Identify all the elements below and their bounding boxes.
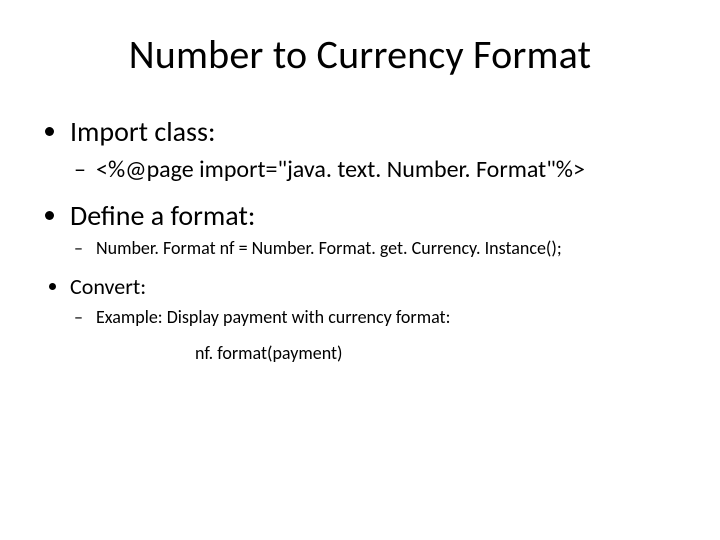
sub-wrapper: Number. Format nf = Number. Format. get.…	[70, 237, 680, 259]
sub-bullet-define-code: Number. Format nf = Number. Format. get.…	[96, 237, 680, 259]
small-section: Number. Format nf = Number. Format. get.…	[40, 237, 680, 364]
sub-bullet-convert-code: nf. format(payment)	[70, 342, 680, 364]
bullet-list: Import class: <%@page import="java. text…	[40, 114, 680, 233]
bullet-convert: Convert: Example: Display payment with c…	[70, 273, 680, 364]
sub-list: <%@page import="java. text. Number. Form…	[70, 155, 680, 184]
sub-list: Number. Format nf = Number. Format. get.…	[70, 237, 680, 259]
bullet-label: Import class:	[70, 114, 215, 149]
slide-title: Number to Currency Format	[40, 30, 680, 79]
bullet-label: Convert:	[70, 273, 146, 300]
sub-bullet-import-code: <%@page import="java. text. Number. Form…	[96, 155, 680, 184]
sub-bullet-convert-example: Example: Display payment with currency f…	[96, 306, 680, 328]
bullet-list-small: Number. Format nf = Number. Format. get.…	[40, 237, 680, 364]
sub-list: Example: Display payment with currency f…	[70, 306, 680, 328]
bullet-import-class: Import class: <%@page import="java. text…	[70, 114, 680, 184]
bullet-define-format: Define a format:	[70, 198, 680, 233]
slide: Number to Currency Format Import class: …	[0, 0, 720, 540]
bullet-label: Define a format:	[70, 198, 255, 233]
